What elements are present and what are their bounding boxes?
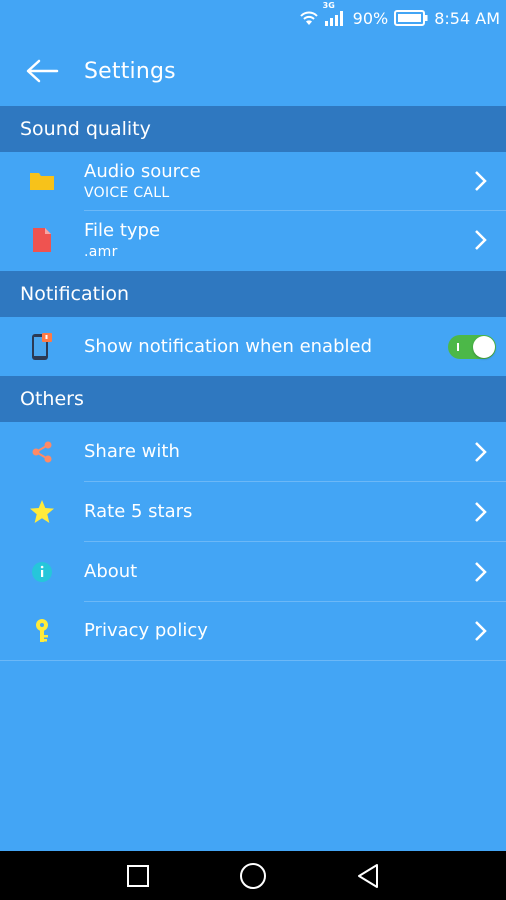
file-icon bbox=[33, 228, 51, 252]
file-type-value: .amr bbox=[84, 244, 118, 260]
audio-source-label: Audio source bbox=[84, 161, 201, 182]
back-button[interactable] bbox=[0, 36, 84, 106]
info-icon bbox=[32, 561, 52, 582]
star-icon bbox=[30, 499, 54, 523]
app-bar: Settings bbox=[0, 36, 506, 106]
circle-icon bbox=[239, 862, 266, 889]
network-type-label: 3G bbox=[322, 1, 335, 10]
wifi-icon bbox=[299, 10, 319, 26]
section-header-sound-quality: Sound quality bbox=[0, 106, 506, 152]
status-bar: 3G 90% 8:54 AM bbox=[0, 0, 506, 36]
show-notification-label: Show notification when enabled bbox=[84, 335, 373, 357]
chevron-right-icon bbox=[475, 441, 487, 462]
recents-button[interactable] bbox=[108, 851, 168, 900]
toggle-knob bbox=[473, 335, 495, 358]
toggle-on-mark bbox=[457, 342, 459, 351]
arrow-left-icon bbox=[26, 59, 59, 83]
square-icon bbox=[126, 864, 149, 887]
battery-icon bbox=[394, 10, 428, 26]
share-with-label: Share with bbox=[84, 440, 180, 462]
battery-percent: 90% bbox=[352, 8, 389, 28]
setting-file-type[interactable]: File type .amr bbox=[0, 211, 506, 269]
file-type-label: File type bbox=[84, 220, 161, 241]
clock: 8:54 AM bbox=[434, 8, 500, 28]
setting-audio-source[interactable]: Audio source VOICE CALL bbox=[0, 152, 506, 210]
folder-icon bbox=[30, 173, 54, 190]
setting-share-with[interactable]: Share with bbox=[0, 422, 506, 481]
section-header-others: Others bbox=[0, 376, 506, 422]
setting-about[interactable]: About bbox=[0, 542, 506, 601]
back-nav-button[interactable] bbox=[338, 851, 398, 900]
section-header-notification: Notification bbox=[0, 271, 506, 317]
notification-toggle[interactable] bbox=[448, 334, 496, 359]
chevron-right-icon bbox=[475, 501, 487, 522]
share-icon bbox=[32, 441, 52, 462]
page-title: Settings bbox=[84, 58, 176, 84]
triangle-back-icon bbox=[358, 863, 379, 888]
divider bbox=[0, 660, 506, 661]
home-button[interactable] bbox=[223, 851, 283, 900]
phone-notification-icon bbox=[32, 332, 52, 360]
about-label: About bbox=[84, 560, 138, 582]
system-nav-bar bbox=[0, 851, 506, 900]
chevron-right-icon bbox=[475, 171, 487, 191]
setting-rate-5-stars[interactable]: Rate 5 stars bbox=[0, 482, 506, 541]
signal-icon: 3G bbox=[323, 1, 347, 26]
key-icon bbox=[36, 619, 48, 642]
audio-source-value: VOICE CALL bbox=[84, 185, 170, 201]
setting-privacy-policy[interactable]: Privacy policy bbox=[0, 602, 506, 660]
chevron-right-icon bbox=[475, 621, 487, 641]
rate-label: Rate 5 stars bbox=[84, 500, 193, 522]
chevron-right-icon bbox=[475, 230, 487, 250]
privacy-label: Privacy policy bbox=[84, 620, 208, 641]
setting-show-notification[interactable]: Show notification when enabled bbox=[0, 317, 506, 376]
chevron-right-icon bbox=[475, 561, 487, 582]
